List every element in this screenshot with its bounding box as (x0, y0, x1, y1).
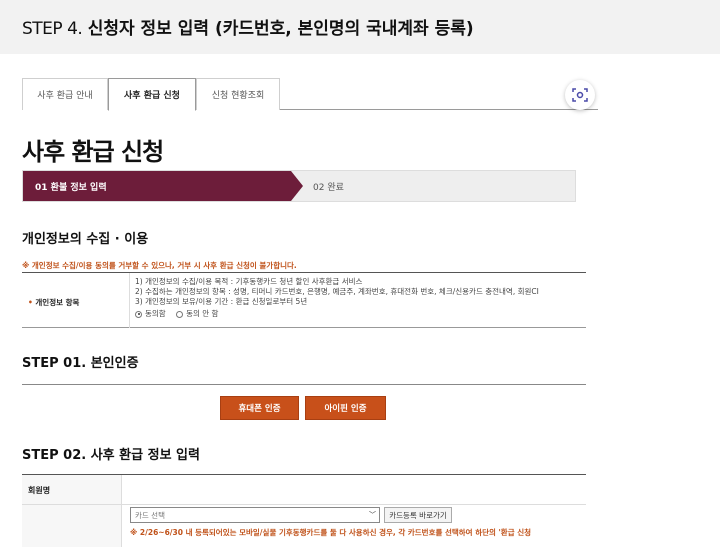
radio-checked-icon (135, 310, 142, 318)
tab-status-check[interactable]: 신청 현황조회 (196, 78, 280, 110)
privacy-label: • 개인정보 항목 (28, 297, 79, 308)
privacy-warning: ※ 개인정보 수집/이용 동의를 거부할 수 있으나, 거부 시 사후 환급 신… (22, 261, 297, 270)
member-label: 회원명 (28, 486, 51, 495)
chevron-down-icon: ﹀ (369, 511, 376, 519)
tab-refund-guide[interactable]: 사후 환급 안내 (22, 78, 108, 110)
page-title: 사후 환급 신청 (22, 138, 164, 166)
scan-button[interactable] (565, 80, 595, 110)
progress-arrow (291, 171, 303, 201)
scan-icon (572, 88, 588, 102)
consent-options: 동의함 동의 안 함 (135, 309, 586, 321)
progress-current-step: 01 환불 정보 입력 (23, 171, 291, 201)
step1-heading: STEP 01. 본인인증 (22, 356, 139, 371)
card-register-button[interactable]: 카드등록 바로가기 (384, 507, 452, 523)
step2-heading: STEP 02. 사후 환급 정보 입력 (22, 448, 200, 463)
step-title: 신청자 정보 입력 (카드번호, 본인명의 국내계좌 등록) (87, 19, 474, 39)
agree-radio[interactable]: 동의함 (135, 309, 166, 319)
refund-info-form: 회원명 카드 선택 ﹀ 카드등록 바로가기 ※ 2/26~6/30 내 등록되어… (22, 474, 586, 547)
disagree-label: 동의 안 함 (186, 309, 219, 318)
tab-bar: 사후 환급 안내 사후 환급 신청 신청 현황조회 (22, 78, 598, 111)
phone-auth-button[interactable]: 휴대폰 인증 (220, 396, 299, 420)
member-row: 회원명 (22, 475, 586, 505)
privacy-label-text: 개인정보 항목 (35, 298, 80, 307)
step-header-bar: STEP 4. 신청자 정보 입력 (카드번호, 본인명의 국내계좌 등록) (0, 0, 720, 54)
card-select-value: 카드 선택 (135, 511, 165, 520)
privacy-line: 1) 개인정보의 수집/이용 목적 : 기후동행카드 청년 할인 사후환급 서비… (135, 277, 363, 286)
card-select[interactable]: 카드 선택 ﹀ (130, 507, 380, 523)
screenshot-area: 사후 환급 안내 사후 환급 신청 신청 현황조회 사후 환급 신청 01 환불… (0, 54, 720, 547)
privacy-line: 2) 수집하는 개인정보의 항목 : 성명, 티머니 카드번호, 은행명, 예금… (135, 287, 539, 296)
disagree-radio[interactable]: 동의 안 함 (176, 309, 218, 319)
privacy-body: 1) 개인정보의 수집/이용 목적 : 기후동행카드 청년 할인 사후환급 서비… (129, 273, 586, 328)
divider (22, 384, 586, 385)
radio-unchecked-icon (176, 310, 184, 318)
card-note: ※ 2/26~6/30 내 등록되어있는 모바일/실물 기후동행카드를 둘 다 … (130, 528, 532, 537)
progress-next-step: 02 완료 (313, 182, 344, 193)
tab-refund-apply[interactable]: 사후 환급 신청 (108, 78, 196, 111)
progress-steps: 01 환불 정보 입력 02 완료 (22, 170, 576, 202)
privacy-line: 3) 개인정보의 보유/이용 기간 : 환급 신청일로부터 5년 (135, 297, 308, 306)
step-prefix: STEP 4. (22, 19, 83, 39)
step-header: STEP 4. 신청자 정보 입력 (카드번호, 본인명의 국내계좌 등록) (22, 14, 474, 39)
privacy-heading: 개인정보의 수집 · 이용 (22, 232, 149, 247)
ipin-auth-button[interactable]: 아이핀 인증 (305, 396, 386, 420)
agree-label: 동의함 (145, 309, 166, 318)
privacy-table: • 개인정보 항목 1) 개인정보의 수집/이용 목적 : 기후동행카드 청년 … (22, 272, 586, 328)
